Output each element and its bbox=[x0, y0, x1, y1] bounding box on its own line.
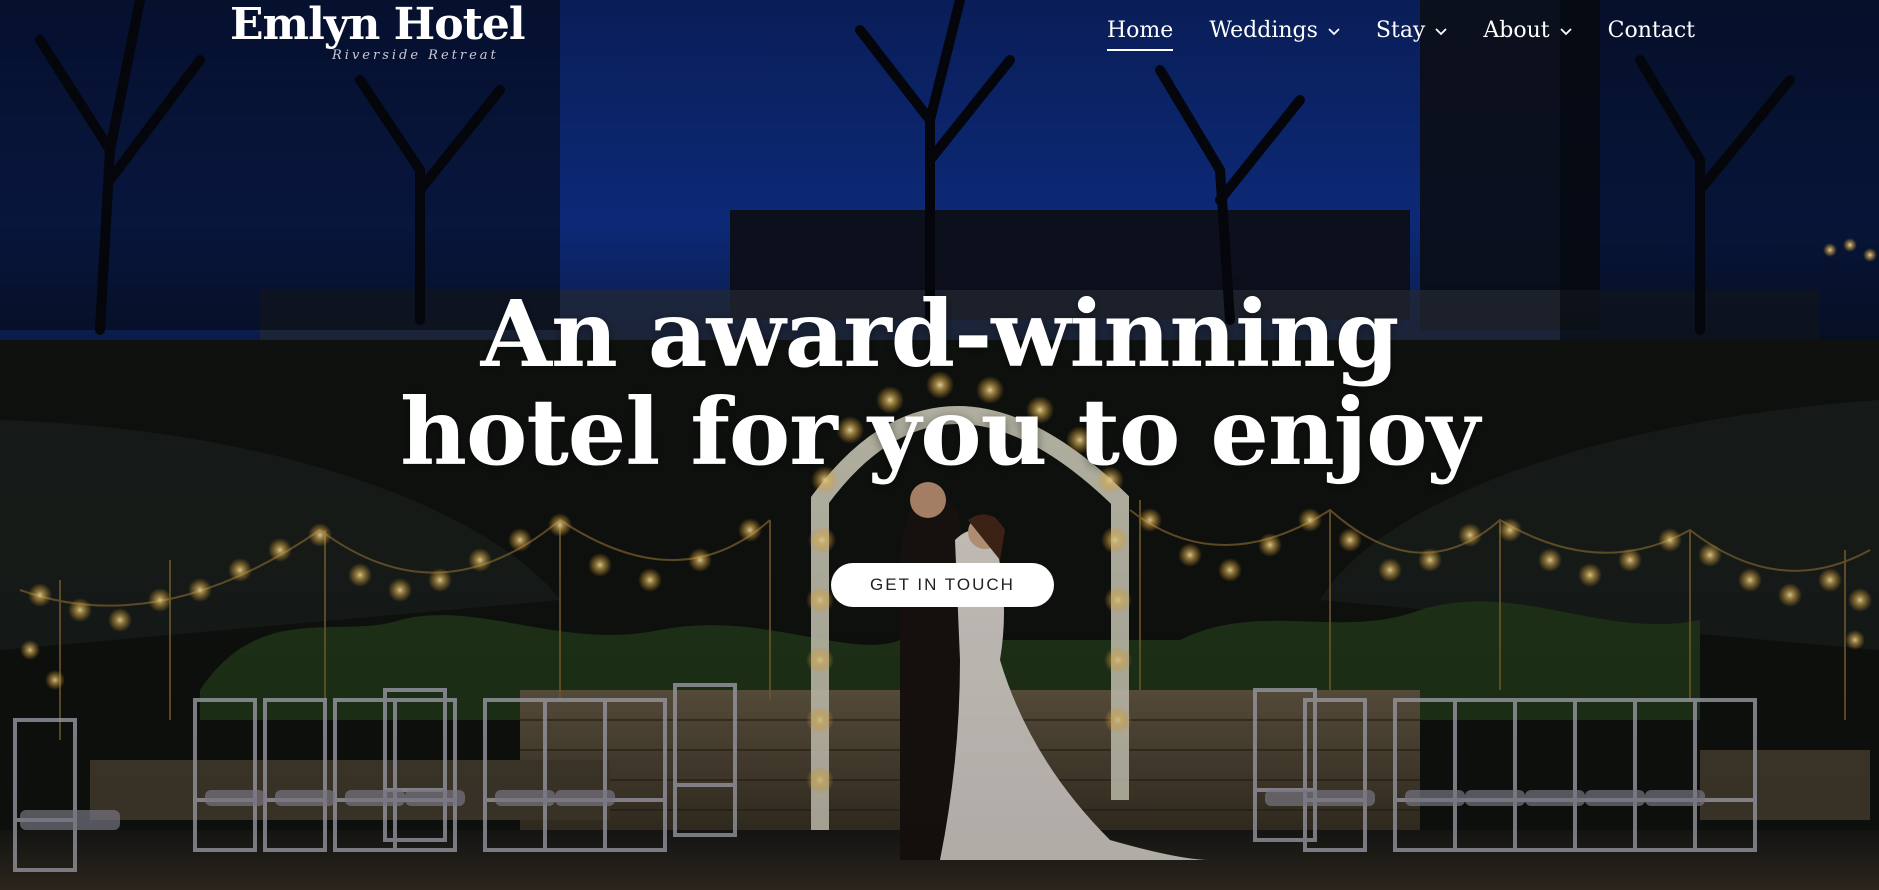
brand-name: Emlyn Hotel bbox=[230, 0, 526, 50]
nav-item-label: Contact bbox=[1607, 18, 1695, 43]
nav-item-contact[interactable]: Contact bbox=[1608, 18, 1695, 43]
hero-headline: An award-winning hotel for you to enjoy bbox=[0, 285, 1879, 481]
nav-item-about[interactable]: About bbox=[1483, 18, 1572, 43]
brand-tagline: Riverside Retreat bbox=[332, 48, 499, 63]
nav-item-label: About bbox=[1483, 18, 1550, 43]
nav-item-label: Weddings bbox=[1209, 18, 1318, 43]
nav-item-label: Stay bbox=[1375, 18, 1426, 43]
get-in-touch-button[interactable]: GET IN TOUCH bbox=[831, 563, 1054, 607]
main-nav: Home Weddings Stay About Contact bbox=[1107, 18, 1695, 51]
nav-item-weddings[interactable]: Weddings bbox=[1209, 18, 1340, 43]
hero-headline-line2: hotel for you to enjoy bbox=[400, 378, 1480, 486]
chevron-down-icon bbox=[1559, 27, 1572, 35]
nav-item-stay[interactable]: Stay bbox=[1375, 18, 1448, 43]
nav-item-label: Home bbox=[1107, 18, 1174, 43]
site-header: Emlyn Hotel Riverside Retreat Home Weddi… bbox=[0, 0, 1879, 70]
chevron-down-icon bbox=[1435, 27, 1448, 35]
hero-headline-line1: An award-winning bbox=[480, 280, 1400, 388]
nav-item-home[interactable]: Home bbox=[1107, 18, 1174, 51]
chevron-down-icon bbox=[1328, 27, 1340, 35]
brand-logo[interactable]: Emlyn Hotel Riverside Retreat bbox=[230, 0, 526, 63]
hero-section: Emlyn Hotel Riverside Retreat Home Weddi… bbox=[0, 0, 1879, 890]
